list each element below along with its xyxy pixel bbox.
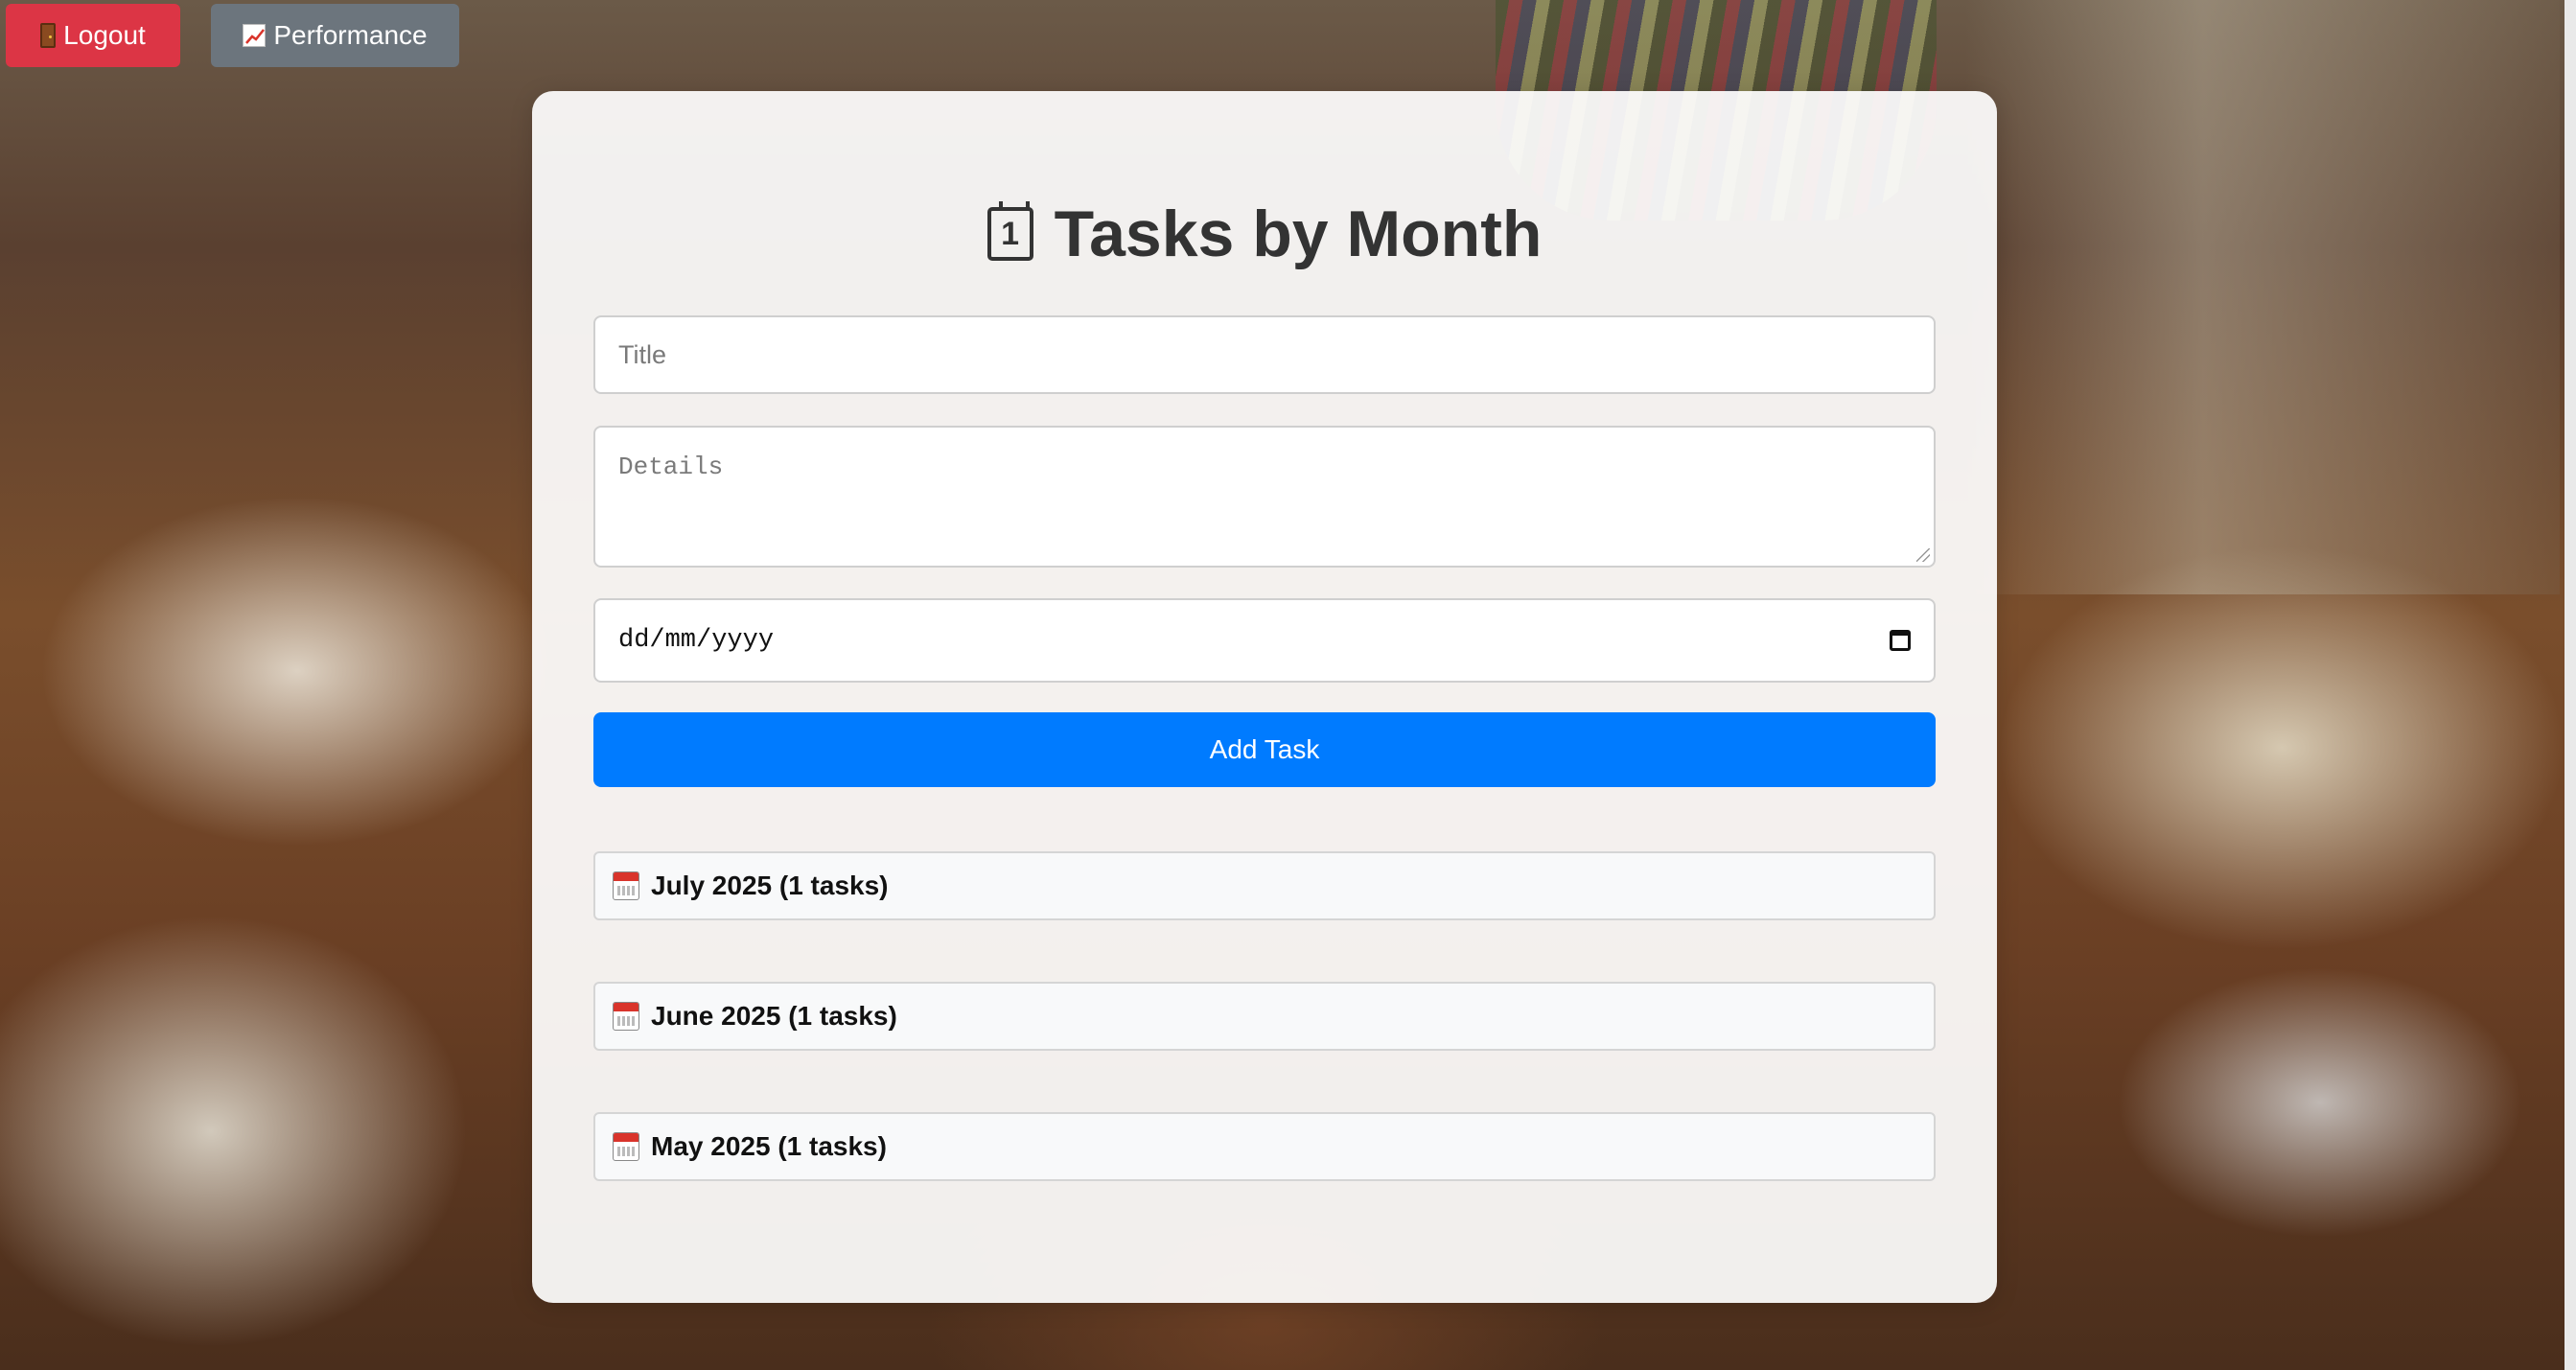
add-task-button[interactable]: Add Task <box>593 712 1936 787</box>
page-scrollbar[interactable] <box>2564 0 2576 1370</box>
month-label: May 2025 (1 tasks) <box>651 1131 887 1161</box>
date-input[interactable]: dd/mm/yyyy <box>593 598 1936 683</box>
month-group-may[interactable]: May 2025 (1 tasks) <box>593 1112 1936 1181</box>
logout-label: Logout <box>63 20 146 50</box>
month-label: July 2025 (1 tasks) <box>651 871 889 900</box>
calendar-icon: 1 <box>986 201 1033 261</box>
month-group-july[interactable]: July 2025 (1 tasks) <box>593 851 1936 920</box>
page-title-text: Tasks by Month <box>1054 197 1543 270</box>
performance-label: Performance <box>273 20 428 50</box>
logout-button[interactable]: Logout <box>6 4 180 67</box>
month-label: June 2025 (1 tasks) <box>651 1001 897 1031</box>
resize-grip-icon[interactable] <box>1916 548 1930 562</box>
calendar-icon <box>613 1132 639 1161</box>
date-picker-icon[interactable] <box>1890 630 1911 651</box>
details-textarea[interactable]: Details <box>593 426 1936 568</box>
chart-increasing-icon <box>243 24 267 47</box>
page-title: 1 Tasks by Month <box>532 197 1997 271</box>
background-window <box>1965 0 2560 594</box>
performance-button[interactable]: Performance <box>211 4 459 67</box>
month-group-june[interactable]: June 2025 (1 tasks) <box>593 982 1936 1051</box>
calendar-icon <box>613 871 639 900</box>
calendar-icon <box>613 1002 639 1031</box>
add-task-label: Add Task <box>1209 734 1320 764</box>
tasks-card: 1 Tasks by Month Title Details dd/mm/yyy… <box>532 91 1997 1303</box>
title-input[interactable]: Title <box>593 315 1936 394</box>
date-placeholder: dd/mm/yyyy <box>618 626 775 655</box>
details-placeholder: Details <box>618 453 724 481</box>
door-icon <box>40 23 57 48</box>
title-placeholder: Title <box>618 339 667 369</box>
